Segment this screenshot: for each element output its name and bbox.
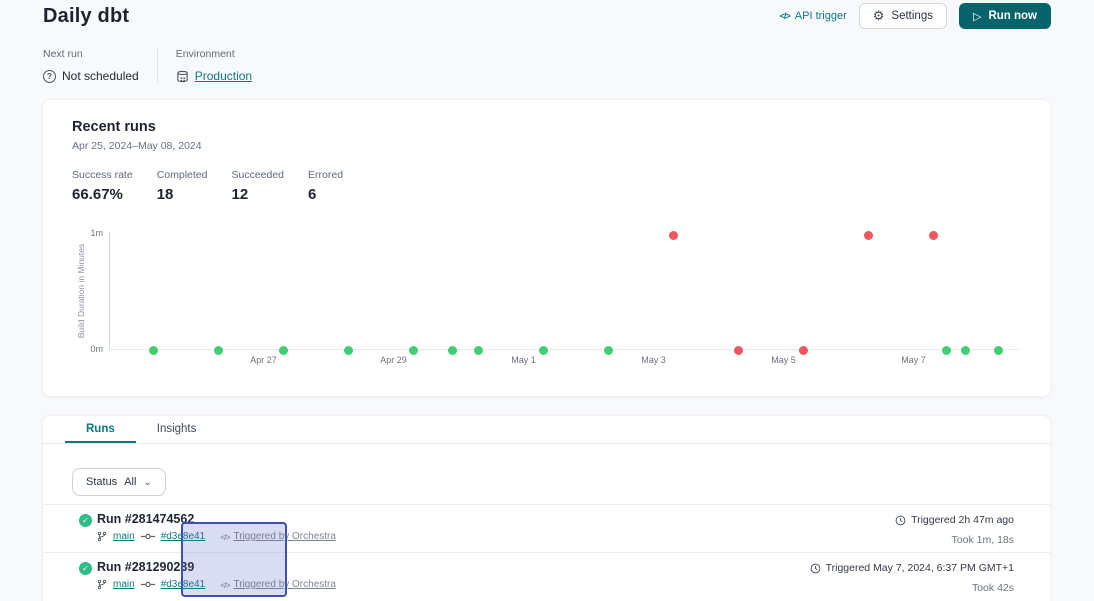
run-data-point-success[interactable]	[994, 346, 1003, 355]
x-axis-tick: May 1	[511, 355, 536, 365]
run-now-button[interactable]: ▷ Run now	[959, 3, 1051, 29]
run-data-point-error[interactable]	[929, 231, 938, 240]
tab-bar: Runs Insights	[43, 416, 1050, 444]
gear-icon: ⚙	[873, 8, 885, 24]
stats-row: Success rate 66.67% Completed 18 Succeed…	[43, 152, 1050, 203]
code-icon: </>	[780, 11, 790, 21]
run-data-point-success[interactable]	[149, 346, 158, 355]
status-filter-label: Status	[86, 476, 117, 488]
run-now-label: Run now	[988, 10, 1037, 22]
status-filter-value: All	[124, 476, 136, 488]
environment-group: Environment Production	[176, 48, 252, 83]
run-triggered-time: Triggered May 7, 2024, 6:37 PM GMT+1	[826, 562, 1014, 574]
run-data-point-success[interactable]	[942, 346, 951, 355]
run-data-point-success[interactable]	[279, 346, 288, 355]
run-data-point-success[interactable]	[961, 346, 970, 355]
run-data-point-success[interactable]	[344, 346, 353, 355]
meta-divider	[157, 48, 158, 83]
environment-link[interactable]: Production	[195, 69, 252, 83]
next-run-label: Next run	[43, 48, 139, 60]
run-data-point-success[interactable]	[604, 346, 613, 355]
run-data-point-error[interactable]	[734, 346, 743, 355]
x-axis-tick: Apr 29	[380, 355, 407, 365]
commit-icon	[141, 580, 155, 589]
x-axis-tick: Apr 27	[250, 355, 277, 365]
next-run-value: Not scheduled	[62, 69, 139, 83]
run-duration: Took 1m, 18s	[952, 534, 1014, 546]
environment-icon	[176, 70, 189, 83]
status-filter-dropdown[interactable]: Status All ⌄	[72, 468, 166, 496]
environment-label: Environment	[176, 48, 252, 60]
run-data-point-success[interactable]	[409, 346, 418, 355]
run-data-point-success[interactable]	[448, 346, 457, 355]
page-title: Daily dbt	[43, 5, 129, 28]
tab-insights[interactable]: Insights	[136, 416, 218, 443]
page-header: Daily dbt </> API trigger ⚙ Settings ▷ R…	[0, 0, 1094, 83]
stat-succeeded: Succeeded 12	[231, 169, 284, 203]
branch-link[interactable]: main	[113, 531, 135, 542]
clock-icon	[810, 563, 821, 574]
settings-label: Settings	[891, 10, 933, 22]
stat-completed: Completed 18	[157, 169, 208, 203]
chevron-down-icon: ⌄	[143, 477, 151, 488]
x-axis-tick: May 7	[901, 355, 926, 365]
commit-icon	[141, 532, 155, 541]
element-picker-highlight-overlay	[181, 522, 287, 597]
api-trigger-label: API trigger	[795, 10, 847, 22]
run-data-point-success[interactable]	[474, 346, 483, 355]
y-axis-title: Build Duration in Minutes	[76, 231, 86, 351]
next-run-group: Next run ? Not scheduled	[43, 48, 139, 83]
play-icon: ▷	[973, 10, 981, 23]
stat-errored: Errored 6	[308, 169, 343, 203]
stat-success-rate: Success rate 66.67%	[72, 169, 133, 203]
recent-runs-title: Recent runs	[43, 100, 1050, 135]
run-data-point-success[interactable]	[214, 346, 223, 355]
x-axis-tick: May 5	[771, 355, 796, 365]
tab-runs[interactable]: Runs	[65, 416, 136, 443]
branch-icon	[97, 531, 107, 542]
success-check-icon: ✓	[79, 514, 92, 527]
duration-chart-plot: 1m 0m Apr 27Apr 29May 1May 3May 5May 7	[109, 232, 1019, 350]
run-data-point-error[interactable]	[799, 346, 808, 355]
success-check-icon: ✓	[79, 562, 92, 575]
y-axis-tick: 0m	[90, 344, 103, 354]
settings-button[interactable]: ⚙ Settings	[859, 3, 947, 29]
help-circle-icon: ?	[43, 70, 56, 83]
run-triggered-time: Triggered 2h 47m ago	[911, 514, 1014, 526]
header-actions: </> API trigger ⚙ Settings ▷ Run now	[780, 3, 1051, 29]
clock-icon	[895, 515, 906, 526]
run-data-point-error[interactable]	[669, 231, 678, 240]
date-range: Apr 25, 2024–May 08, 2024	[43, 135, 1050, 152]
job-meta: Next run ? Not scheduled Environment Pro…	[43, 48, 1051, 83]
branch-link[interactable]: main	[113, 579, 135, 590]
api-trigger-link[interactable]: </> API trigger	[780, 10, 847, 22]
run-data-point-error[interactable]	[864, 231, 873, 240]
run-data-point-success[interactable]	[539, 346, 548, 355]
branch-icon	[97, 579, 107, 590]
recent-runs-card: Recent runs Apr 25, 2024–May 08, 2024 Su…	[42, 99, 1051, 397]
x-axis-tick: May 3	[641, 355, 666, 365]
y-axis-tick: 1m	[90, 228, 103, 238]
run-duration: Took 42s	[972, 582, 1014, 594]
